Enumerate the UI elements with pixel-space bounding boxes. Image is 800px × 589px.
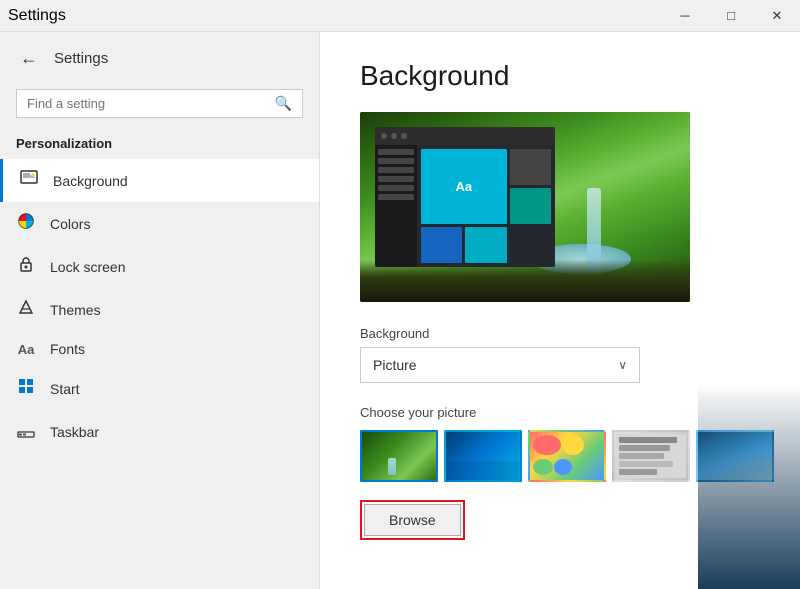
- thumb3-pattern: [530, 432, 604, 480]
- thumb2-base: [446, 461, 520, 480]
- picture-thumb-4[interactable]: [612, 430, 690, 482]
- mockup-body: Aa: [375, 145, 555, 267]
- windows-preview-mockup: Aa: [375, 127, 555, 267]
- sidebar-item-lock-screen-label: Lock screen: [50, 259, 125, 275]
- picture-thumb-1[interactable]: [360, 430, 438, 482]
- mockup-line-6: [378, 194, 414, 200]
- sidebar-nav-top: ← Settings: [0, 32, 319, 85]
- section-label: Personalization: [0, 130, 319, 159]
- sidebar-item-lock-screen[interactable]: Lock screen: [0, 245, 319, 288]
- background-field-label: Background: [360, 326, 760, 341]
- preview-area: Aa: [360, 112, 690, 302]
- start-icon: [16, 377, 36, 400]
- thumb4-text: [616, 434, 686, 478]
- sidebar: ← Settings 🔍 Personalization Background …: [0, 32, 320, 589]
- browse-button[interactable]: Browse: [364, 504, 461, 536]
- mockup-dot-3: [401, 133, 407, 139]
- thumb3-circle2: [562, 435, 584, 455]
- mockup-tiles: Aa: [417, 145, 555, 267]
- mockup-line-3: [378, 167, 414, 173]
- maximize-button[interactable]: □: [708, 0, 754, 32]
- mockup-line-2: [378, 158, 414, 164]
- search-icon: 🔍: [275, 95, 292, 112]
- back-button[interactable]: ←: [16, 44, 42, 73]
- sidebar-item-themes-label: Themes: [50, 302, 101, 318]
- sidebar-item-start-label: Start: [50, 381, 80, 397]
- search-box[interactable]: 🔍: [16, 89, 303, 118]
- titlebar-left: Settings: [8, 7, 66, 25]
- sidebar-item-background-label: Background: [53, 173, 128, 189]
- thumb4-line5: [619, 469, 657, 475]
- dropdown-arrow-icon: ∨: [618, 358, 627, 372]
- thumb3-circle1: [533, 435, 561, 455]
- sidebar-item-themes[interactable]: Themes: [0, 288, 319, 331]
- minimize-button[interactable]: ─: [662, 0, 708, 32]
- colors-icon: [16, 212, 36, 235]
- thumb3-circle4: [554, 459, 572, 475]
- themes-icon: [16, 298, 36, 321]
- titlebar-controls: ─ □ ✕: [662, 0, 800, 32]
- mockup-dot-2: [391, 133, 397, 139]
- mockup-tile-blue2: [421, 227, 462, 263]
- sidebar-app-title: Settings: [54, 50, 108, 67]
- page-title: Background: [360, 60, 760, 92]
- browse-button-wrapper: Browse: [360, 500, 465, 540]
- picture-thumb-5[interactable]: [696, 430, 774, 482]
- mockup-tile-teal: [510, 188, 551, 224]
- thumb3-circle3: [533, 459, 553, 475]
- thumb4-line4: [619, 461, 673, 467]
- search-input[interactable]: [27, 96, 269, 111]
- thumb4-line1: [619, 437, 677, 443]
- mockup-line-1: [378, 149, 414, 155]
- mockup-line-4: [378, 176, 414, 182]
- thumb1-bg: [362, 432, 436, 480]
- mockup-titlebar: [375, 127, 555, 145]
- sidebar-item-colors[interactable]: Colors: [0, 202, 319, 245]
- close-button[interactable]: ✕: [754, 0, 800, 32]
- thumb1-waterfall: [388, 458, 396, 475]
- sidebar-item-fonts[interactable]: Aa Fonts: [0, 331, 319, 367]
- mockup-tile-dark: [510, 149, 551, 185]
- sidebar-item-taskbar[interactable]: Taskbar: [0, 410, 319, 453]
- titlebar: Settings ─ □ ✕: [0, 0, 800, 32]
- mockup-dot-1: [381, 133, 387, 139]
- mockup-line-5: [378, 185, 414, 191]
- fonts-icon: Aa: [16, 342, 36, 357]
- main-container: ← Settings 🔍 Personalization Background …: [0, 32, 800, 589]
- content-area: Background: [320, 32, 800, 589]
- titlebar-title: Settings: [8, 7, 66, 25]
- picture-thumb-2[interactable]: [444, 430, 522, 482]
- thumb5-bg: [698, 432, 772, 480]
- mockup-sidebar: [375, 145, 417, 267]
- sidebar-item-taskbar-label: Taskbar: [50, 424, 99, 440]
- mockup-tile-cyan: [465, 227, 506, 263]
- dropdown-value: Picture: [373, 357, 417, 373]
- background-icon: [19, 169, 39, 192]
- mockup-tile-large: Aa: [421, 149, 507, 224]
- sidebar-item-start[interactable]: Start: [0, 367, 319, 410]
- picture-grid: [360, 430, 760, 482]
- thumb5-bottom: [698, 430, 774, 482]
- sidebar-item-fonts-label: Fonts: [50, 341, 85, 357]
- background-dropdown[interactable]: Picture ∨: [360, 347, 640, 383]
- thumb4-line2: [619, 445, 670, 451]
- sidebar-item-background[interactable]: Background: [0, 159, 319, 202]
- picture-thumb-3[interactable]: [528, 430, 606, 482]
- sidebar-item-colors-label: Colors: [50, 216, 90, 232]
- lock-screen-icon: [16, 255, 36, 278]
- thumb4-line3: [619, 453, 664, 459]
- taskbar-icon: [16, 420, 36, 443]
